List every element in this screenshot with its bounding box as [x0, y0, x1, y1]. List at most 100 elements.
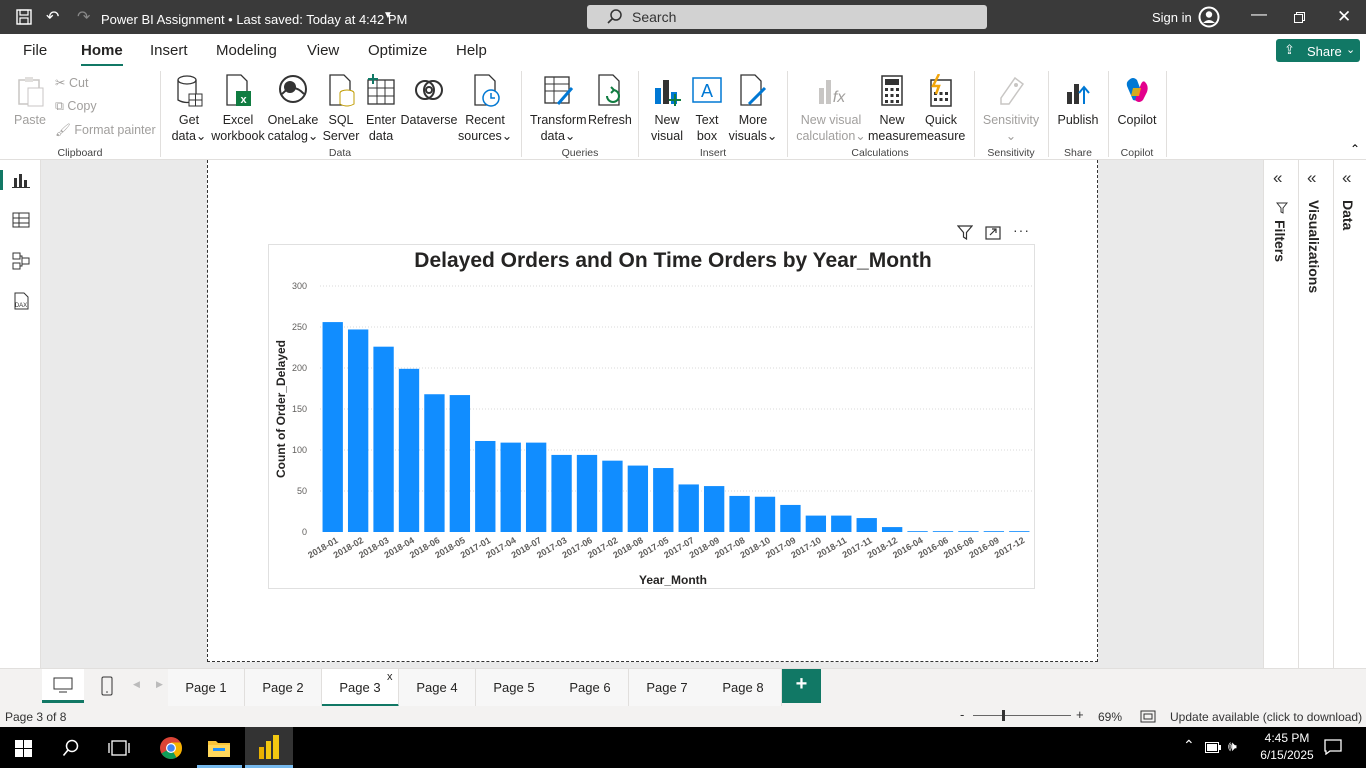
- close-icon[interactable]: ✕: [1337, 7, 1351, 27]
- new-visual-calculation-button[interactable]: fx New visual calculation⌄: [795, 74, 867, 144]
- page-tab-5[interactable]: Page 5: [476, 669, 553, 707]
- dataverse-button[interactable]: Dataverse: [400, 74, 458, 128]
- battery-icon[interactable]: [1205, 742, 1221, 753]
- format-painter-button[interactable]: 🖌 Format painter: [55, 123, 156, 138]
- bar[interactable]: [576, 454, 598, 532]
- bar[interactable]: [1009, 531, 1030, 532]
- page-tab-7[interactable]: Page 7: [629, 669, 706, 707]
- focus-mode-icon[interactable]: [985, 225, 1001, 240]
- data-collapse-icon[interactable]: «: [1342, 168, 1351, 188]
- bar[interactable]: [475, 440, 496, 532]
- bar[interactable]: [983, 531, 1005, 532]
- volume-icon[interactable]: 🕪: [1228, 738, 1237, 755]
- undo-icon[interactable]: ↶: [46, 7, 59, 27]
- recent-sources-button[interactable]: Recent sources⌄: [458, 74, 512, 144]
- menu-modeling[interactable]: Modeling: [216, 42, 277, 59]
- bar[interactable]: [347, 329, 369, 532]
- menu-home[interactable]: Home: [81, 42, 123, 67]
- cut-button[interactable]: ✂ Cut: [55, 75, 88, 90]
- bar[interactable]: [322, 322, 343, 532]
- prev-page-icon[interactable]: ◀: [133, 679, 140, 690]
- bar[interactable]: [449, 395, 471, 532]
- task-view-icon[interactable]: [108, 740, 130, 756]
- bar[interactable]: [907, 531, 928, 532]
- bar[interactable]: [856, 518, 877, 532]
- tray-chevron-icon[interactable]: ⌃: [1183, 737, 1195, 754]
- zoom-out-icon[interactable]: -: [960, 707, 964, 722]
- collapse-ribbon-icon[interactable]: ⌃: [1350, 142, 1360, 156]
- clock-date[interactable]: 6/15/2025: [1255, 748, 1319, 762]
- excel-workbook-button[interactable]: x Excel workbook: [210, 74, 266, 144]
- search-box[interactable]: Search: [587, 5, 987, 29]
- menu-help[interactable]: Help: [456, 42, 487, 59]
- page-tab-4[interactable]: Page 4: [399, 669, 476, 707]
- menu-file[interactable]: File: [23, 42, 47, 59]
- page-tab-1[interactable]: Page 1: [168, 669, 245, 707]
- bar[interactable]: [627, 465, 649, 532]
- text-box-button[interactable]: A Text box: [689, 74, 725, 144]
- page-tab-3[interactable]: Page 3 x: [322, 669, 399, 707]
- taskbar-search-icon[interactable]: [62, 739, 80, 757]
- minimize-icon[interactable]: —: [1251, 6, 1267, 24]
- new-visual-button[interactable]: New visual: [648, 74, 686, 144]
- bar[interactable]: [500, 442, 521, 532]
- bar[interactable]: [551, 454, 572, 532]
- notifications-icon[interactable]: [1324, 739, 1342, 755]
- zoom-level[interactable]: 69%: [1098, 710, 1122, 724]
- report-view-icon[interactable]: [12, 172, 30, 188]
- account-icon[interactable]: [1198, 6, 1220, 28]
- restore-icon[interactable]: [1294, 12, 1305, 23]
- menu-view[interactable]: View: [307, 42, 339, 59]
- desktop-layout-toggle[interactable]: [42, 669, 84, 703]
- redo-icon[interactable]: ↷: [77, 7, 90, 27]
- next-page-icon[interactable]: ▶: [156, 679, 163, 690]
- bar[interactable]: [678, 484, 699, 532]
- powerbi-taskbar-button[interactable]: [245, 727, 293, 768]
- save-icon[interactable]: [16, 9, 32, 25]
- windows-start-icon[interactable]: [15, 740, 32, 757]
- bar-chart-visual[interactable]: Delayed Orders and On Time Orders by Yea…: [268, 244, 1035, 589]
- bar[interactable]: [881, 527, 903, 532]
- zoom-slider-thumb[interactable]: [1002, 710, 1005, 721]
- bar[interactable]: [653, 468, 674, 532]
- filter-icon[interactable]: [957, 225, 973, 240]
- bar[interactable]: [932, 531, 954, 532]
- bar[interactable]: [373, 346, 394, 532]
- file-explorer-icon[interactable]: [207, 738, 231, 758]
- menu-insert[interactable]: Insert: [150, 42, 188, 59]
- page-tab-2[interactable]: Page 2: [245, 669, 322, 707]
- refresh-button[interactable]: Refresh: [588, 74, 632, 128]
- copilot-button[interactable]: Copilot: [1114, 74, 1160, 128]
- bar[interactable]: [525, 442, 547, 532]
- menu-optimize[interactable]: Optimize: [368, 42, 427, 59]
- sensitivity-button[interactable]: Sensitivity ⌄: [980, 74, 1042, 144]
- copy-button[interactable]: ⧉ Copy: [55, 99, 97, 114]
- sql-server-button[interactable]: SQL Server: [322, 74, 360, 144]
- bar[interactable]: [398, 368, 420, 532]
- bar[interactable]: [729, 495, 750, 532]
- visualizations-pane-label[interactable]: Visualizations: [1306, 200, 1322, 293]
- add-page-button[interactable]: +: [782, 669, 821, 703]
- table-view-icon[interactable]: [12, 212, 30, 228]
- data-pane-label[interactable]: Data: [1340, 200, 1356, 230]
- bar[interactable]: [780, 504, 801, 532]
- sign-in-link[interactable]: Sign in: [1152, 10, 1192, 25]
- clock-time[interactable]: 4:45 PM: [1262, 731, 1312, 745]
- dax-query-view-icon[interactable]: DAX: [12, 292, 30, 310]
- bar[interactable]: [703, 486, 725, 532]
- filters-pane-label[interactable]: Filters: [1272, 220, 1288, 262]
- paste-button[interactable]: Paste: [10, 76, 50, 128]
- zoom-slider[interactable]: [973, 715, 1071, 716]
- publish-button[interactable]: Publish: [1056, 74, 1100, 128]
- zoom-in-icon[interactable]: +: [1076, 707, 1084, 722]
- bar[interactable]: [424, 394, 445, 532]
- mobile-layout-icon[interactable]: [101, 676, 113, 696]
- bar[interactable]: [958, 531, 979, 532]
- title-dropdown-icon[interactable]: ▼: [383, 10, 393, 21]
- fit-to-page-icon[interactable]: [1140, 710, 1156, 723]
- model-view-icon[interactable]: [12, 252, 30, 270]
- enter-data-button[interactable]: Enter data: [362, 74, 400, 144]
- filters-collapse-icon[interactable]: «: [1273, 168, 1282, 188]
- bar[interactable]: [754, 496, 776, 532]
- quick-measure-button[interactable]: Quick measure: [916, 74, 966, 144]
